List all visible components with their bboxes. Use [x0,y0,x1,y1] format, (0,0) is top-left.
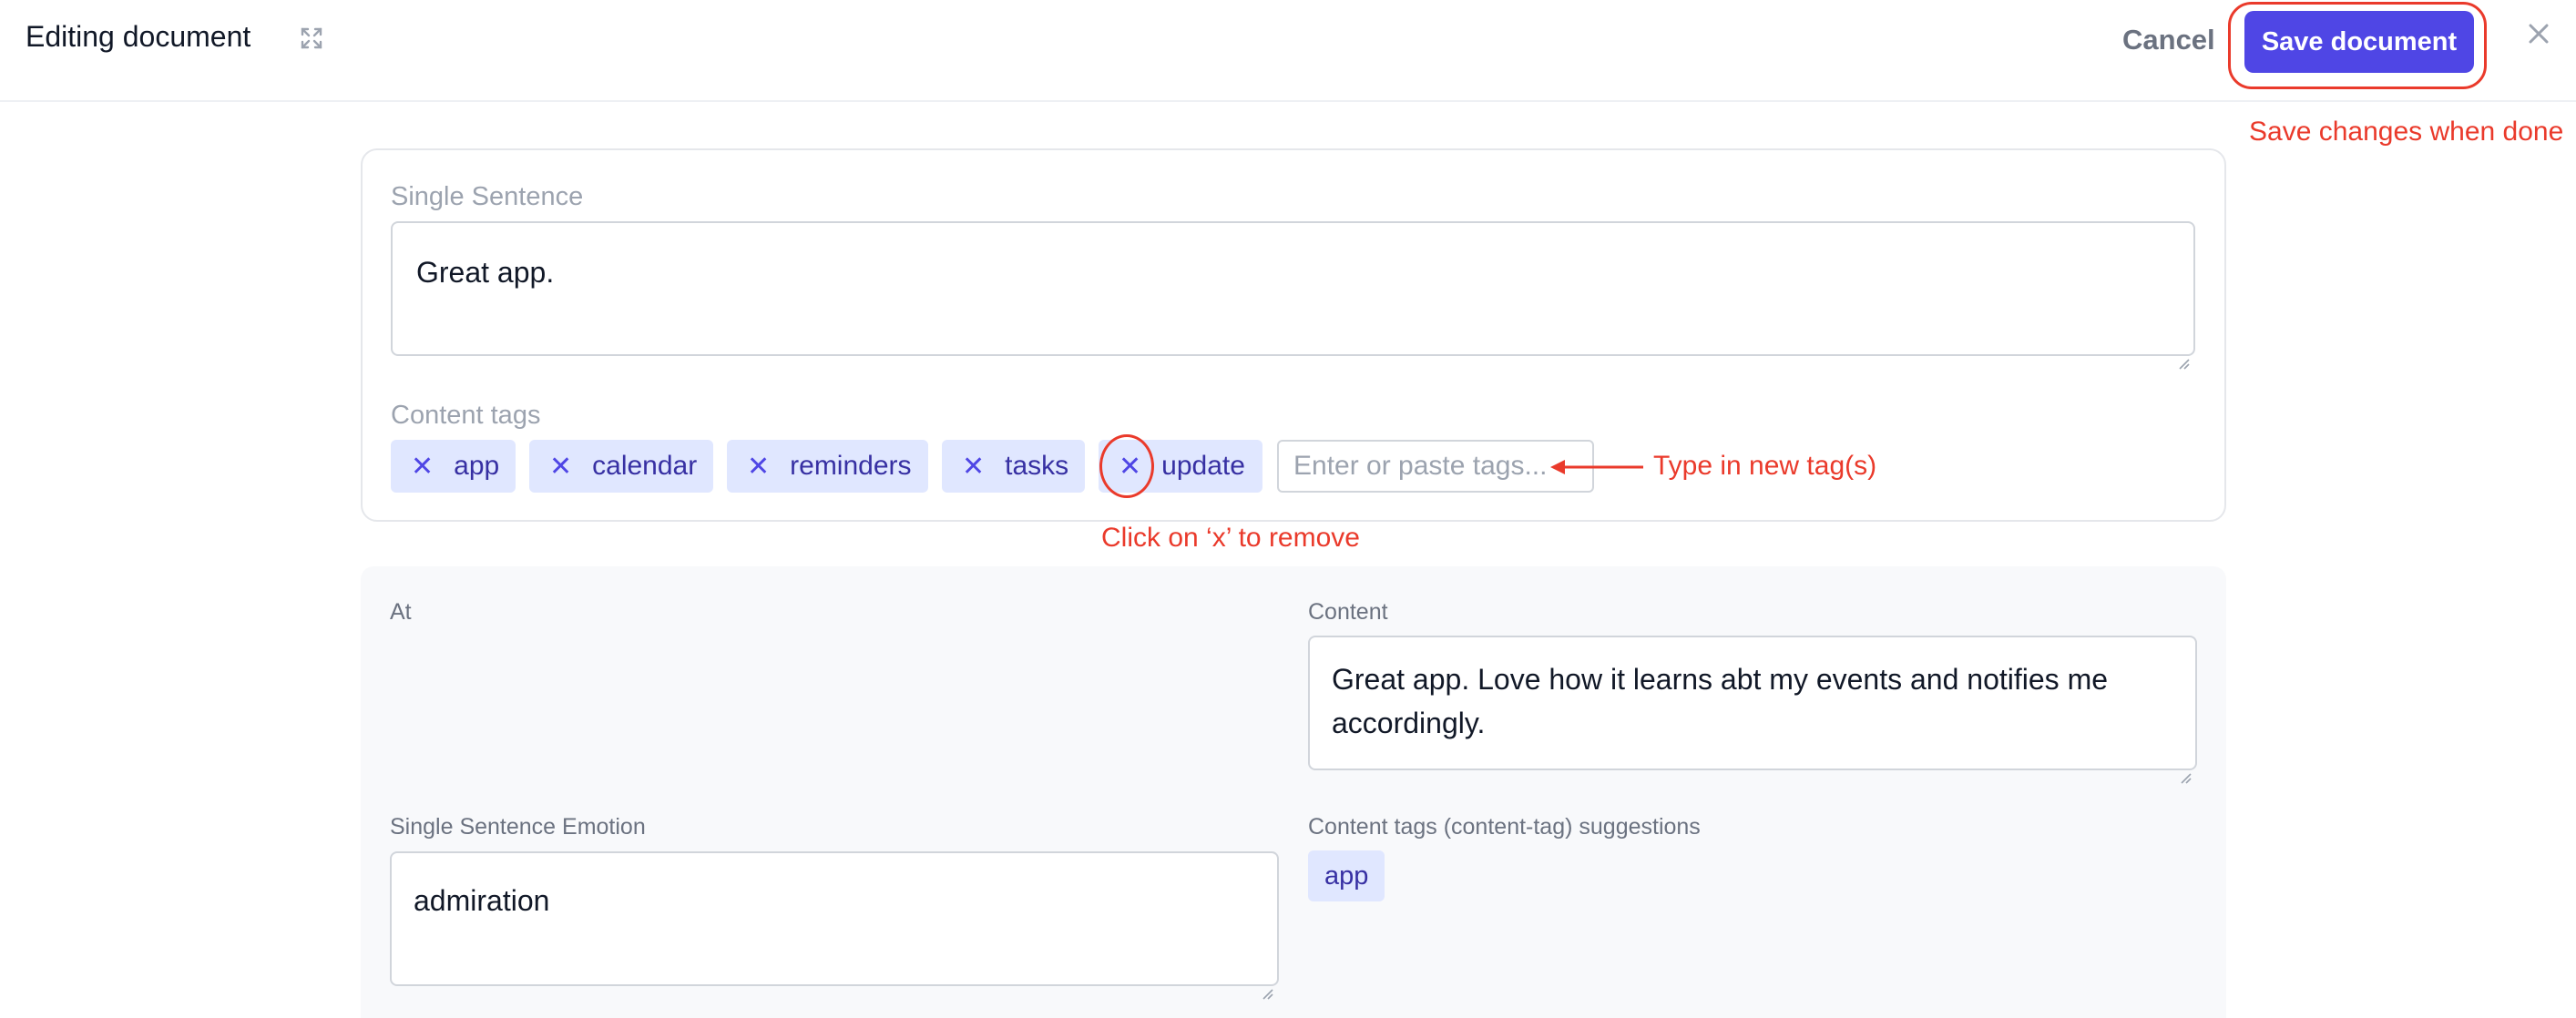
remove-hint-annotation: Click on ‘x’ to remove [1101,523,1360,553]
at-label: At [390,599,412,625]
resize-grip-icon[interactable] [2179,752,2192,784]
tag-chip-app: ✕ app [391,440,516,493]
suggestion-tag-app[interactable]: app [1308,850,1385,901]
page-title: Editing document [26,20,251,53]
header: Editing document Cancel Save document [0,0,2576,102]
save-highlight-annotation [2228,2,2487,89]
emotion-label: Single Sentence Emotion [390,814,646,840]
remove-x-highlight-annotation [1099,434,1154,498]
tag-remove-icon[interactable]: ✕ [747,451,770,483]
cancel-button[interactable]: Cancel [2122,24,2215,56]
content-field[interactable]: Great app. Love how it learns abt my eve… [1308,636,2197,784]
single-sentence-label: Single Sentence [391,182,584,211]
tag-label: calendar [592,451,698,481]
close-icon[interactable] [2527,22,2550,46]
tag-label: tasks [1005,451,1069,481]
tag-label: app [454,451,500,481]
tag-remove-icon[interactable]: ✕ [962,451,985,483]
expand-icon[interactable] [299,25,324,51]
type-hint-annotation: Type in new tag(s) [1653,451,1877,481]
emotion-field[interactable]: admiration [390,851,1279,1000]
tag-chip-calendar: ✕ calendar [529,440,713,493]
tag-chip-reminders: ✕ reminders [727,440,928,493]
suggestions-label: Content tags (content-tag) suggestions [1308,814,1701,840]
save-hint-annotation: Save changes when done [2249,117,2564,147]
single-sentence-value: Great app. [416,256,555,289]
resize-grip-icon[interactable] [2177,338,2190,370]
tag-label: reminders [790,451,912,481]
tag-label: update [1161,451,1245,481]
tag-input[interactable] [1277,440,1594,493]
type-hint-arrow-annotation [1550,460,1643,474]
content-value: Great app. Love how it learns abt my eve… [1332,663,2109,739]
content-label: Content [1308,599,1388,625]
resize-grip-icon[interactable] [1261,968,1273,1000]
tag-remove-icon[interactable]: ✕ [549,451,572,483]
tag-chip-tasks: ✕ tasks [942,440,1085,493]
tag-remove-icon[interactable]: ✕ [411,451,434,483]
content-tags-label: Content tags [391,401,541,430]
single-sentence-field[interactable]: Great app. [391,221,2195,370]
emotion-value: admiration [414,884,550,917]
